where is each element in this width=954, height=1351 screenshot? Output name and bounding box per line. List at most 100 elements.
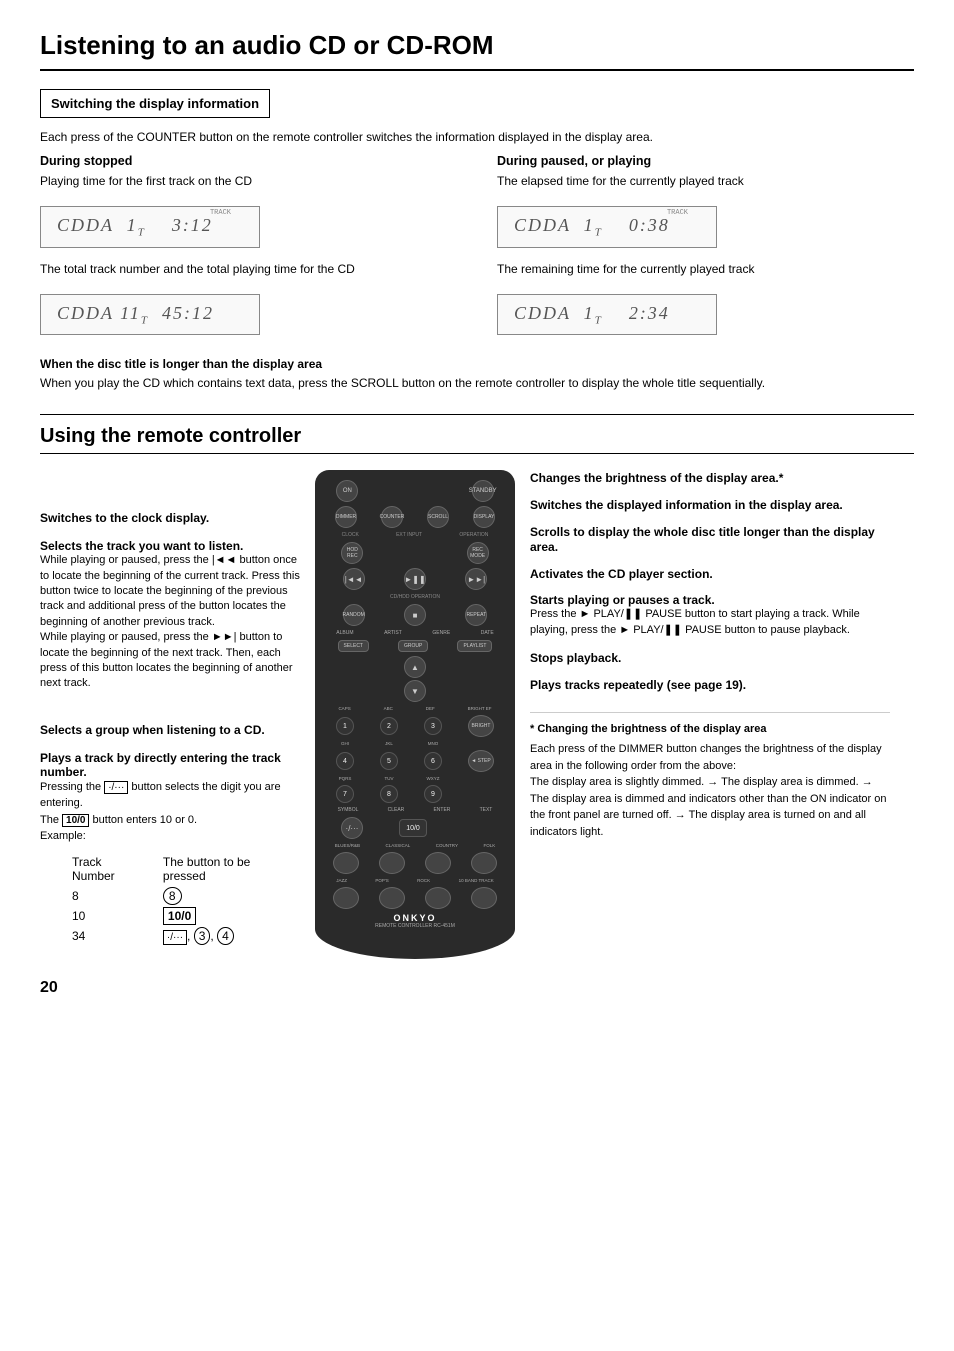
- remote-row-symbol: SYMBOLCLEARENTERTEXT: [323, 807, 507, 813]
- remote-body: ON STANDBY DIMMER COUNTER: [315, 470, 515, 959]
- disc-title-body: When you play the CD which contains text…: [40, 374, 914, 392]
- remote-row-rec: HOD REC REC MODE: [323, 542, 507, 564]
- display-text-stopped-2: CDDA 11T 45:12: [57, 303, 214, 323]
- random-button[interactable]: RANDOM: [343, 604, 365, 626]
- section-divider: [40, 414, 914, 415]
- track-label-1: TRACK: [210, 209, 231, 217]
- num-9-button[interactable]: 9: [424, 785, 442, 803]
- scroll-button[interactable]: SCROLL: [427, 506, 449, 528]
- jazz-button[interactable]: [333, 887, 359, 909]
- stop-button[interactable]: ■: [404, 604, 426, 626]
- num-6-button[interactable]: 6: [424, 752, 442, 770]
- play-pause-annotation: Starts playing or pauses a track. Press …: [530, 593, 890, 638]
- repeat-annotation: Plays tracks repeatedly (see page 19).: [530, 677, 890, 692]
- clock-display-annotation: Switches to the clock display.: [40, 510, 300, 525]
- stop-label: Stops playback.: [530, 651, 621, 665]
- scroll-annotation: Scrolls to display the whole disc title …: [530, 524, 890, 554]
- activate-cd-annotation: Activates the CD player section.: [530, 566, 890, 581]
- folk-button[interactable]: [471, 852, 497, 874]
- switching-display-section: Switching the display information Each p…: [40, 89, 914, 392]
- slash-button[interactable]: ·/···: [341, 817, 363, 839]
- direct-track-annotation: Plays a track by directly entering the t…: [40, 751, 300, 947]
- brand-sub: REMOTE CONTROLLER RC-451M: [323, 923, 507, 929]
- select-button[interactable]: SELECT: [338, 640, 369, 652]
- remote-row-cdhdd: CD/HDD OPERATION: [323, 594, 507, 600]
- select-group-annotation: Selects a group when listening to a CD.: [40, 722, 300, 737]
- num-7-button[interactable]: 7: [336, 785, 354, 803]
- hod-rec-button[interactable]: HOD REC: [341, 542, 363, 564]
- track-examples-table: Track Number The button to be pressed 8 …: [70, 851, 300, 947]
- switch-display-annotation: Switches the displayed information in th…: [530, 497, 890, 512]
- remote-row-789: 7 8 9: [323, 785, 507, 803]
- dimmer-button[interactable]: DIMMER: [335, 506, 357, 528]
- rock-button[interactable]: [425, 887, 451, 909]
- num-2-button[interactable]: 2: [380, 717, 398, 735]
- brand-label: ONKYO: [323, 913, 507, 923]
- remote-row-456: 4 5 6 ◄ STEP: [323, 750, 507, 772]
- clock-display-label: Switches to the clock display.: [40, 511, 209, 525]
- switch-display-label: Switches the displayed information in th…: [530, 498, 843, 512]
- standby-button[interactable]: STANDBY: [472, 480, 494, 502]
- display-box-paused-1: TRACK CDDA 1T 0:38: [497, 206, 717, 248]
- display-info-columns: During stopped Playing time for the firs…: [40, 154, 914, 347]
- bright-button[interactable]: BRIGHT: [468, 715, 494, 737]
- remote-row-jazz-btns: [323, 887, 507, 909]
- display-text-paused-1: CDDA 1T 0:38: [514, 215, 670, 235]
- display-text-paused-2: CDDA 1T 2:34: [514, 303, 670, 323]
- bandtrack-button[interactable]: [471, 887, 497, 909]
- switching-display-box: Switching the display information: [40, 89, 270, 118]
- on-button[interactable]: ON: [336, 480, 358, 502]
- during-stopped-desc1: Playing time for the first track on the …: [40, 172, 457, 190]
- group-button[interactable]: GROUP: [398, 640, 428, 652]
- display-button[interactable]: DISPLAY: [473, 506, 495, 528]
- remote-control-image: ON STANDBY DIMMER COUNTER: [300, 470, 530, 959]
- backstep-button[interactable]: ◄ STEP: [468, 750, 494, 772]
- track-col-button-header: The button to be pressed: [163, 853, 298, 885]
- next-button[interactable]: ►►|: [465, 568, 487, 590]
- brightness-label: Changes the brightness of the display ar…: [530, 471, 783, 485]
- stop-annotation: Stops playback.: [530, 650, 890, 665]
- during-paused-desc1: The elapsed time for the currently playe…: [497, 172, 914, 190]
- num-1-button[interactable]: 1: [336, 717, 354, 735]
- remote-labels-row: CLOCK EXT INPUT OPERATION: [323, 532, 507, 538]
- playlist-button[interactable]: PLAYLIST: [457, 640, 492, 652]
- num-4-button[interactable]: 4: [336, 752, 354, 770]
- up-button[interactable]: ▲: [404, 656, 426, 678]
- repeat-button[interactable]: REPEAT: [465, 604, 487, 626]
- rec-mode-button[interactable]: REC MODE: [467, 542, 489, 564]
- num-5-button[interactable]: 5: [380, 752, 398, 770]
- during-stopped-col: During stopped Playing time for the firs…: [40, 154, 457, 347]
- track-col-number-header: Track Number: [72, 853, 161, 885]
- disc-title-note: When the disc title is longer than the d…: [40, 357, 914, 392]
- prev-button[interactable]: |◄◄: [343, 568, 365, 590]
- play-pause-button[interactable]: ►❚❚: [404, 568, 426, 590]
- play-pause-text: Press the ► PLAY/❚❚ PAUSE button to star…: [530, 607, 890, 638]
- remote-row-caps: CAPSABCDEFBRIGHT EF: [323, 706, 507, 711]
- footnote-block: * Changing the brightness of the display…: [530, 712, 890, 841]
- during-paused-heading: During paused, or playing: [497, 154, 914, 168]
- pops-button[interactable]: [379, 887, 405, 909]
- remote-row-play: |◄◄ ►❚❚ ►►|: [323, 568, 507, 590]
- down-button[interactable]: ▼: [404, 680, 426, 702]
- classical-button[interactable]: [379, 852, 405, 874]
- remote-row-select: SELECT GROUP PLAYLIST: [323, 640, 507, 652]
- remote-row-nav: ▲ ▼: [323, 656, 507, 702]
- select-track-label: Selects the track you want to listen.: [40, 539, 300, 553]
- switching-display-title: Switching the display information: [51, 96, 259, 111]
- repeat-label: Plays tracks repeatedly (see page 19).: [530, 678, 746, 692]
- remote-row-genre: ALBUMARTISTGENREDATE: [323, 630, 507, 636]
- counter-button[interactable]: COUNTER: [381, 506, 403, 528]
- direct-track-label: Plays a track by directly entering the t…: [40, 751, 300, 779]
- footnote-marker: * Changing the brightness of the display…: [530, 721, 890, 738]
- blues-button[interactable]: [333, 852, 359, 874]
- remote-layout: Switches to the clock display. Selects t…: [40, 470, 914, 959]
- num-3-button[interactable]: 3: [424, 717, 442, 735]
- track-example-10: 10 10/0: [72, 907, 298, 925]
- during-paused-col: During paused, or playing The elapsed ti…: [497, 154, 914, 347]
- activate-cd-label: Activates the CD player section.: [530, 567, 713, 581]
- num-10-button[interactable]: 10/0: [399, 819, 427, 837]
- remote-left-annotations: Switches to the clock display. Selects t…: [40, 470, 300, 959]
- num-8-button[interactable]: 8: [380, 785, 398, 803]
- country-button[interactable]: [425, 852, 451, 874]
- brightness-annotation: Changes the brightness of the display ar…: [530, 470, 890, 485]
